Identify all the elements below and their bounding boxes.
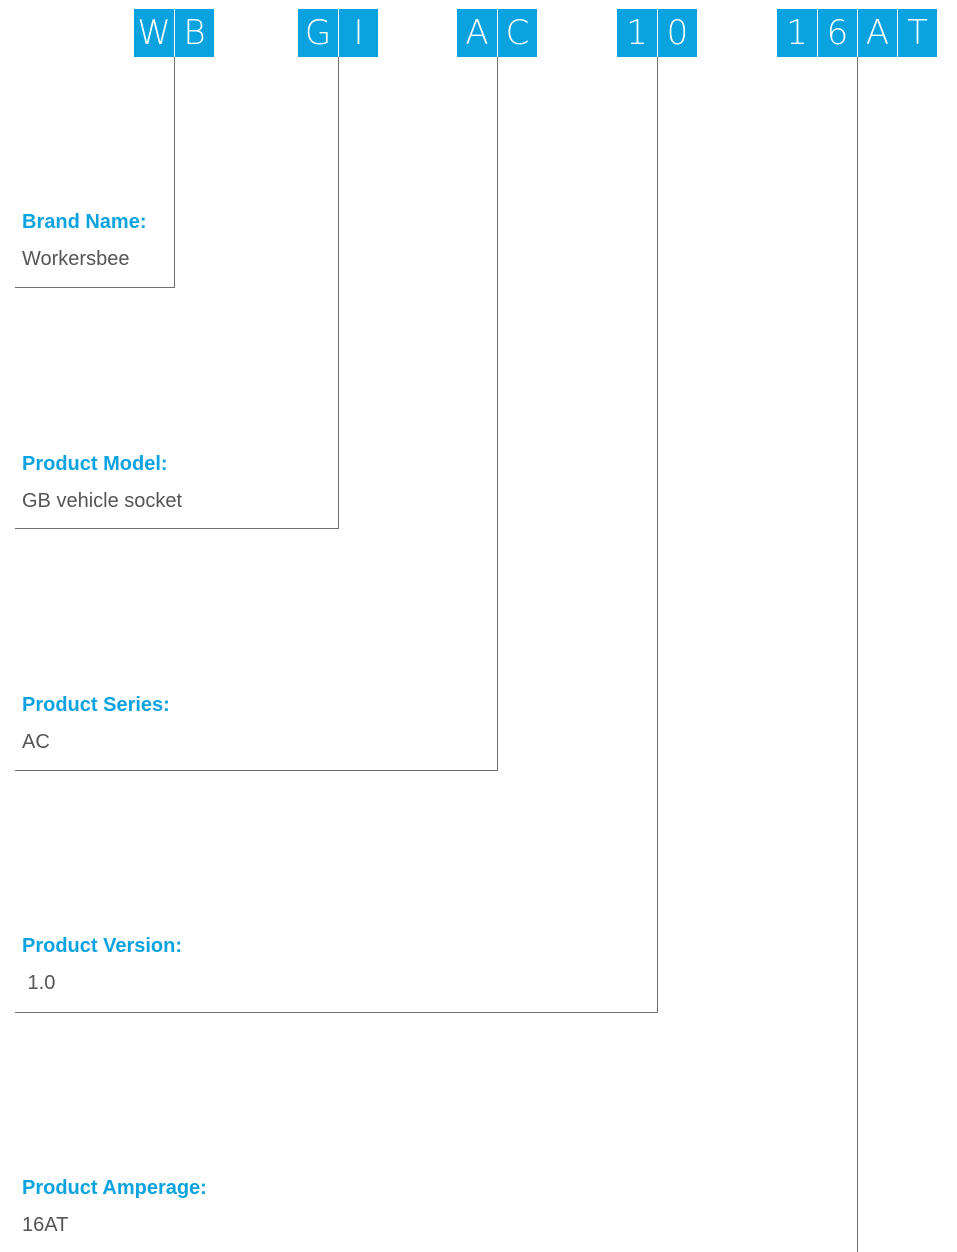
- connector-version: [15, 57, 658, 1013]
- field-value: 16AT: [22, 1214, 69, 1236]
- field-label: Brand Name:: [22, 211, 147, 233]
- field-value: Workersbee: [22, 248, 130, 270]
- connector-series: [15, 57, 498, 771]
- connector-lines: [15, 57, 858, 1252]
- field-value: GB vehicle socket: [22, 490, 183, 512]
- field-label: Product Series:: [22, 694, 170, 716]
- field-label: Product Version:: [22, 935, 183, 957]
- field-label: Product Amperage:: [22, 1177, 207, 1199]
- field-value: 1.0: [22, 972, 56, 994]
- field-label: Product Model:: [22, 453, 168, 475]
- field-value: AC: [22, 731, 50, 753]
